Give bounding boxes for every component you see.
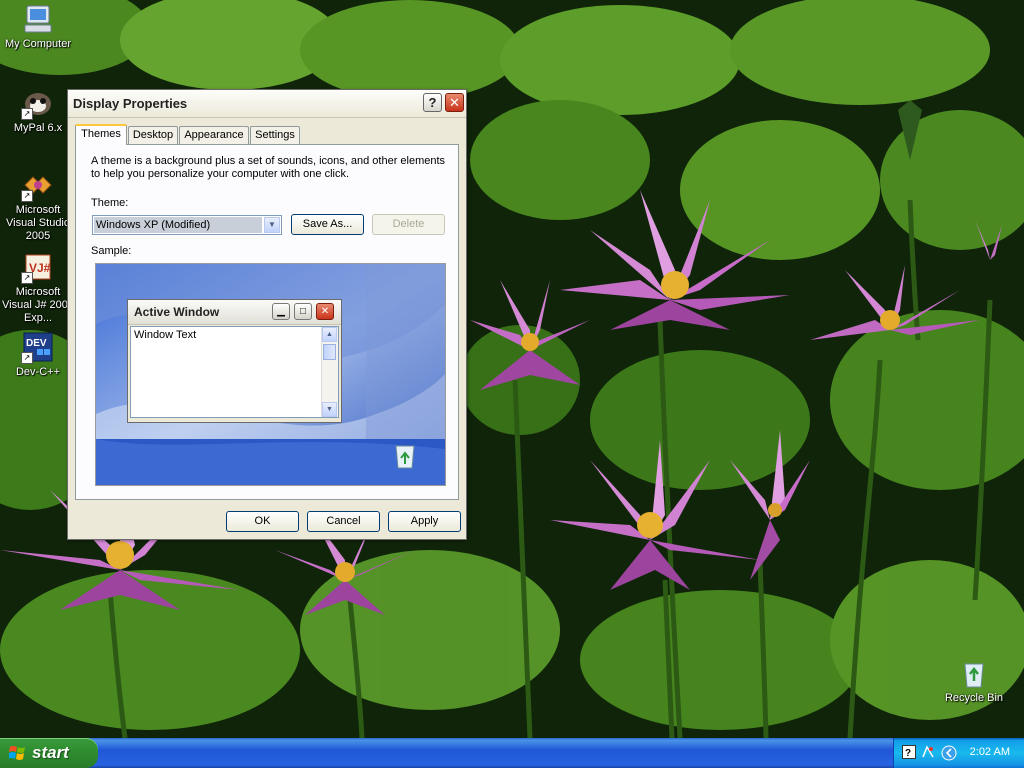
theme-select-value: Windows XP (Modified) (94, 217, 262, 233)
dev-cpp-icon: DEV ↗ (21, 330, 55, 364)
sample-label: Sample: (91, 245, 132, 257)
recycle-bin-icon (957, 656, 991, 690)
svg-text:?: ? (905, 748, 911, 759)
network-tray-icon[interactable] (921, 745, 935, 759)
visual-jsharp-icon: VJ# ↗ (21, 250, 55, 284)
start-button[interactable]: start (0, 738, 98, 768)
shortcut-arrow-icon: ↗ (21, 272, 33, 284)
desktop-icon-mypal[interactable]: ↗ MyPal 6.x (0, 86, 76, 135)
sample-window-text: Window Text (134, 329, 197, 341)
save-as-button[interactable]: Save As... (291, 214, 364, 235)
desktop-icon-label: MyPal 6.x (13, 122, 63, 134)
collapse-tray-icon[interactable] (941, 745, 957, 761)
system-tray: ? 2:02 AM (893, 738, 1024, 768)
shortcut-arrow-icon: ↗ (21, 108, 33, 120)
theme-label: Theme: (91, 197, 129, 209)
close-icon: ✕ (316, 303, 334, 320)
shortcut-arrow-icon: ↗ (21, 352, 33, 364)
close-button[interactable]: ✕ (445, 93, 464, 112)
tab-themes[interactable]: Themes (75, 124, 127, 145)
close-icon: ✕ (449, 95, 460, 110)
theme-description: A theme is a background plus a set of so… (91, 155, 446, 180)
sample-window-body: Window Text ▲ ▼ (130, 326, 339, 418)
taskbar: start ? 2:02 AM (0, 738, 1024, 768)
sample-window-title: Active Window (134, 305, 220, 319)
help-button[interactable]: ? (423, 93, 442, 112)
scroll-down-icon: ▼ (322, 402, 337, 417)
maximize-icon: □ (294, 303, 312, 320)
ok-button[interactable]: OK (226, 511, 299, 532)
desktop-icon-visual-jsharp[interactable]: VJ# ↗ Microsoft Visual J# 2005 Exp... (0, 250, 76, 325)
shortcut-arrow-icon: ↗ (21, 190, 33, 202)
tab-desktop[interactable]: Desktop (128, 126, 178, 144)
sample-recycle-bin-icon (395, 445, 415, 469)
scroll-thumb (323, 344, 336, 360)
delete-button[interactable]: Delete (372, 214, 445, 235)
mypal-browser-icon: ↗ (21, 86, 55, 120)
desktop-icon-label: Microsoft Visual Studio 2005 (5, 204, 70, 242)
chevron-down-icon[interactable]: ▼ (264, 217, 280, 233)
help-icon: ? (428, 95, 437, 110)
sample-scrollbar: ▲ ▼ (321, 327, 338, 417)
clock[interactable]: 2:02 AM (970, 746, 1010, 758)
my-computer-icon (21, 2, 55, 36)
dialog-titlebar[interactable]: Display Properties ? ✕ (68, 90, 466, 118)
display-properties-dialog: Display Properties ? ✕ Themes Desktop Ap… (67, 89, 467, 540)
minimize-icon: ▁ (272, 303, 290, 320)
desktop-icon-label: Microsoft Visual J# 2005 Exp... (2, 286, 74, 324)
desktop-icon-label: Dev-C++ (15, 366, 61, 378)
windows-logo-icon (8, 745, 26, 761)
dialog-title: Display Properties (73, 96, 188, 111)
sample-window-titlebar: Active Window ▁ □ ✕ (128, 300, 341, 325)
tab-settings[interactable]: Settings (250, 126, 300, 144)
desktop-icon-recycle-bin[interactable]: Recycle Bin (936, 656, 1012, 705)
tab-appearance[interactable]: Appearance (179, 126, 249, 144)
cancel-button[interactable]: Cancel (307, 511, 380, 532)
start-label: start (32, 743, 69, 762)
svg-text:DEV: DEV (26, 338, 47, 349)
theme-select[interactable]: Windows XP (Modified) ▼ (92, 215, 282, 235)
desktop-icon-label: Recycle Bin (944, 692, 1004, 704)
help-tray-icon[interactable]: ? (902, 745, 916, 759)
desktop-icon-dev-cpp[interactable]: DEV ↗ Dev-C++ (0, 330, 76, 379)
desktop-icon-my-computer[interactable]: My Computer (0, 2, 76, 51)
sample-active-window: Active Window ▁ □ ✕ Window Text ▲ ▼ (127, 299, 342, 423)
apply-button[interactable]: Apply (388, 511, 461, 532)
desktop-icon-label: My Computer (4, 38, 72, 50)
desktop-icon-visual-studio[interactable]: ↗ Microsoft Visual Studio 2005 (0, 168, 76, 243)
themes-tab-panel: A theme is a background plus a set of so… (75, 144, 459, 500)
visual-studio-icon: ↗ (21, 168, 55, 202)
scroll-up-icon: ▲ (322, 327, 337, 342)
theme-sample-preview: Active Window ▁ □ ✕ Window Text ▲ ▼ (95, 263, 446, 486)
